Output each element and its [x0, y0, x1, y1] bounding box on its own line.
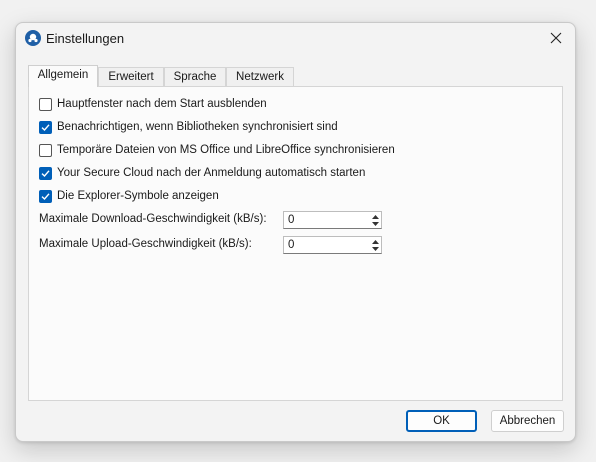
download-spin-buttons	[370, 213, 380, 227]
settings-dialog: Einstellungen Allgemein Erweitert Sprach…	[15, 22, 576, 442]
upload-speed-value: 0	[288, 239, 295, 251]
close-button[interactable]	[541, 25, 571, 51]
sync-temp-files-checkbox[interactable]	[39, 143, 52, 157]
window-title: Einstellungen	[46, 31, 125, 46]
hide-main-window-checkbox[interactable]	[39, 97, 52, 111]
notify-sync-label: Benachrichtigen, wenn Bibliotheken synch…	[57, 121, 338, 133]
tab-sprache[interactable]: Sprache	[164, 67, 226, 86]
spin-down-icon[interactable]	[370, 220, 380, 227]
download-speed-spinbox[interactable]: 0	[283, 211, 382, 229]
option-explorer-icons[interactable]: Die Explorer-Symbole anzeigen	[39, 188, 219, 204]
tab-allgemein[interactable]: Allgemein	[28, 65, 98, 87]
app-logo-icon	[25, 30, 41, 46]
close-icon	[550, 32, 562, 44]
checkmark-icon	[41, 123, 50, 131]
option-autostart[interactable]: Your Secure Cloud nach der Anmeldung aut…	[39, 165, 365, 181]
upload-speed-label: Maximale Upload-Geschwindigkeit (kB/s):	[39, 238, 252, 250]
ok-button[interactable]: OK	[406, 410, 477, 432]
hide-main-window-label: Hauptfenster nach dem Start ausblenden	[57, 98, 267, 110]
autostart-checkbox[interactable]	[39, 166, 52, 180]
notify-sync-checkbox[interactable]	[39, 120, 52, 134]
sync-temp-files-label: Temporäre Dateien von MS Office und Libr…	[57, 144, 395, 156]
option-sync-temp-files[interactable]: Temporäre Dateien von MS Office und Libr…	[39, 142, 395, 158]
option-notify-sync[interactable]: Benachrichtigen, wenn Bibliotheken synch…	[39, 119, 338, 135]
checkmark-icon	[41, 169, 50, 177]
tab-erweitert[interactable]: Erweitert	[98, 67, 164, 86]
explorer-icons-checkbox[interactable]	[39, 189, 52, 203]
spin-up-icon[interactable]	[370, 238, 380, 245]
spin-up-icon[interactable]	[370, 213, 380, 220]
download-speed-value: 0	[288, 214, 295, 226]
explorer-icons-label: Die Explorer-Symbole anzeigen	[57, 190, 219, 202]
checkmark-icon	[41, 192, 50, 200]
autostart-label: Your Secure Cloud nach der Anmeldung aut…	[57, 167, 366, 179]
tab-netzwerk[interactable]: Netzwerk	[226, 67, 294, 86]
upload-spin-buttons	[370, 238, 380, 252]
spin-down-icon[interactable]	[370, 245, 380, 252]
cancel-button[interactable]: Abbrechen	[491, 410, 564, 432]
upload-speed-spinbox[interactable]: 0	[283, 236, 382, 254]
option-hide-main-window[interactable]: Hauptfenster nach dem Start ausblenden	[39, 96, 267, 112]
title-bar: Einstellungen	[16, 23, 575, 55]
general-panel: Hauptfenster nach dem Start ausblenden B…	[28, 86, 563, 401]
download-speed-label: Maximale Download-Geschwindigkeit (kB/s)…	[39, 213, 267, 225]
